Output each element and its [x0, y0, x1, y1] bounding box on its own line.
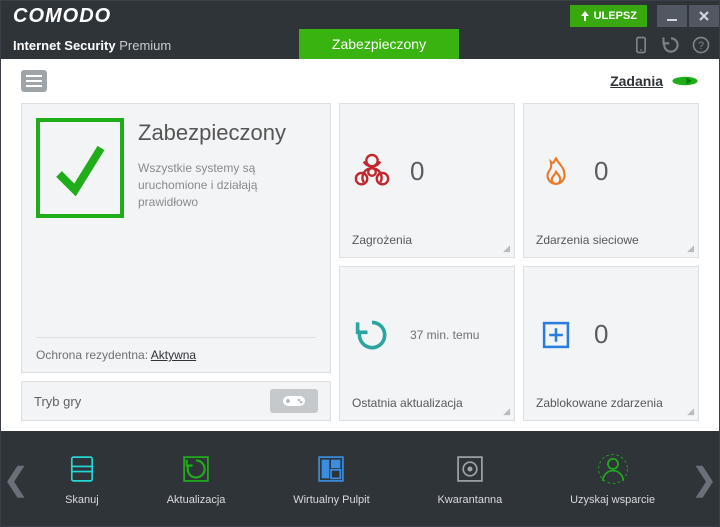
blocked-events-tile[interactable]: 0 Zablokowane zdarzenia ◢: [523, 266, 699, 421]
close-button[interactable]: [689, 5, 719, 27]
refresh-icon: [352, 315, 392, 355]
quarantine-action[interactable]: Kwarantanna: [437, 452, 502, 506]
popout-icon: ◢: [687, 243, 694, 254]
status-pill: Zabezpieczony: [299, 29, 459, 59]
svg-text:?: ?: [698, 40, 704, 52]
update-label: Ostatnia aktualizacja: [352, 396, 502, 410]
status-subtitle: Wszystkie systemy są uruchomione i dział…: [138, 160, 298, 210]
virtual-desktop-icon: [314, 452, 348, 486]
network-label: Zdarzenia sieciowe: [536, 233, 686, 247]
gamemode-panel: Tryb gry: [21, 381, 331, 421]
realtime-status-link[interactable]: Aktywna: [151, 348, 196, 362]
view-toggle-button[interactable]: [21, 70, 47, 92]
help-icon[interactable]: ?: [691, 35, 711, 55]
upgrade-icon: [580, 11, 590, 21]
support-action[interactable]: Uzyskaj wsparcie: [570, 452, 655, 506]
brand-logo: COMODO: [13, 5, 111, 28]
mobile-icon[interactable]: [631, 35, 651, 55]
blocked-label: Zablokowane zdarzenia: [536, 396, 686, 410]
scan-action[interactable]: Skanuj: [65, 452, 99, 506]
virtual-desktop-action[interactable]: Wirtualny Pulpit: [293, 452, 369, 506]
blocked-count: 0: [594, 319, 608, 350]
flame-icon: [536, 152, 576, 192]
gamepad-icon: [282, 393, 306, 409]
quarantine-icon: [453, 452, 487, 486]
upgrade-button[interactable]: ULEPSZ: [570, 5, 647, 27]
popout-icon: ◢: [503, 243, 510, 254]
popout-icon: ◢: [503, 406, 510, 417]
last-update-tile[interactable]: 37 min. temu Ostatnia aktualizacja ◢: [339, 266, 515, 421]
sync-icon[interactable]: [661, 35, 681, 55]
tasks-arrow-icon[interactable]: [671, 73, 699, 89]
product-name: Internet Security Premium: [13, 38, 171, 53]
support-icon: [596, 452, 630, 486]
status-panel: Zabezpieczony Wszystkie systemy są uruch…: [21, 103, 331, 373]
app-window: COMODO ULEPSZ Internet Security Premium …: [0, 0, 720, 527]
nav-prev-button[interactable]: ❮: [1, 431, 31, 526]
popout-icon: ◢: [687, 406, 694, 417]
update-icon: [179, 452, 213, 486]
realtime-label: Ochrona rezydentna:: [36, 348, 148, 362]
network-events-tile[interactable]: 0 Zdarzenia sieciowe ◢: [523, 103, 699, 258]
update-action[interactable]: Aktualizacja: [167, 452, 226, 506]
threats-count: 0: [410, 156, 424, 187]
nav-next-button[interactable]: ❯: [689, 431, 719, 526]
network-count: 0: [594, 156, 608, 187]
biohazard-icon: [352, 152, 392, 192]
threats-tile[interactable]: 0 Zagrożenia ◢: [339, 103, 515, 258]
minimize-button[interactable]: [657, 5, 687, 27]
tasks-link[interactable]: Zadania: [610, 73, 663, 89]
status-title: Zabezpieczony: [138, 120, 298, 146]
gamemode-toggle[interactable]: [270, 389, 318, 413]
bottombar: ❮ Skanuj Aktualizacja Wirtualny Pulpit K…: [1, 431, 719, 526]
add-square-icon: [536, 315, 576, 355]
scan-icon: [65, 452, 99, 486]
titlebar: COMODO ULEPSZ Internet Security Premium …: [1, 1, 719, 59]
gamemode-label: Tryb gry: [34, 394, 270, 409]
shield-icon: [36, 118, 124, 218]
content-area: Zadania Zabezpieczony Wszystkie systemy …: [1, 59, 719, 431]
update-time: 37 min. temu: [410, 328, 479, 342]
threats-label: Zagrożenia: [352, 233, 502, 247]
